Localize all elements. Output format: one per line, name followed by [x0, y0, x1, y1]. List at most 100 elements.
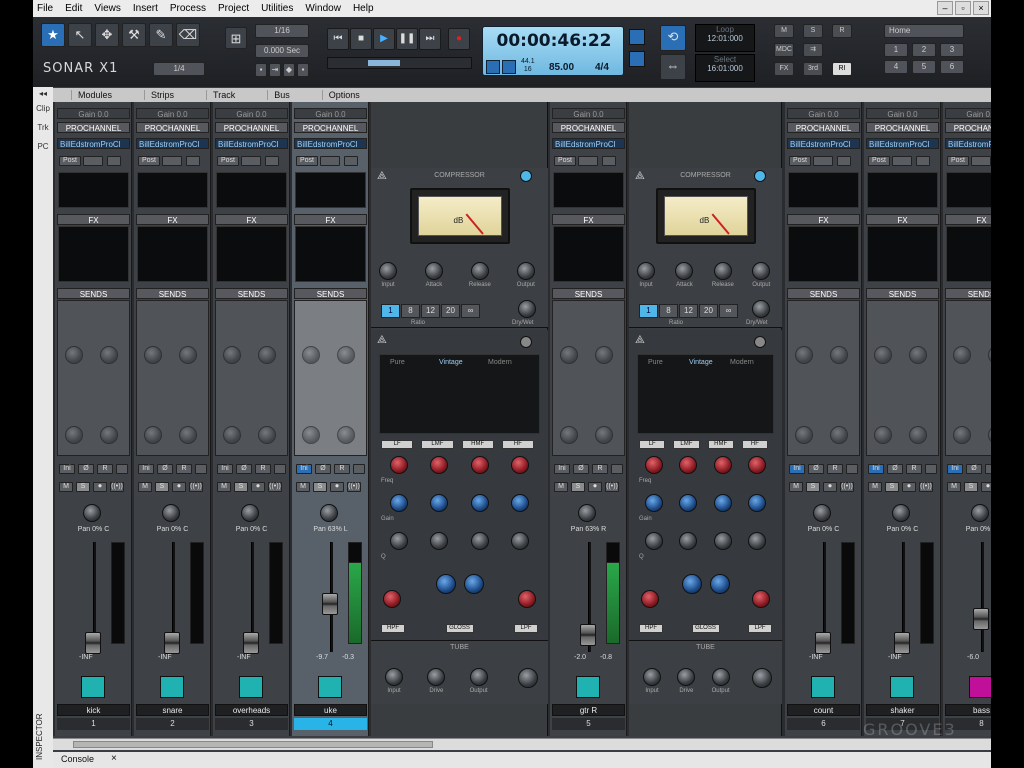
lpf-knob[interactable]	[518, 590, 536, 608]
power-icon[interactable]	[265, 156, 279, 166]
gain-label[interactable]: Gain 0.0	[136, 108, 209, 119]
tube-knob-2[interactable]	[711, 668, 730, 686]
tempo-readout[interactable]: 85.00	[549, 62, 574, 73]
eq-band-0[interactable]: LF	[381, 440, 414, 449]
volume-fader[interactable]	[815, 632, 831, 654]
select-tool-icon[interactable]: ↖	[68, 23, 92, 47]
strip-btn-0[interactable]: Ini	[138, 464, 154, 474]
chevron-icon[interactable]	[195, 464, 207, 474]
gain-label[interactable]: Gain 0.0	[215, 108, 288, 119]
draw-tool-icon[interactable]: ✎	[149, 23, 173, 47]
track-menu[interactable]: Track	[206, 90, 249, 100]
send-level-knob-1[interactable]	[223, 346, 241, 364]
sends-header[interactable]: SENDS	[552, 288, 625, 299]
send-level-knob-1[interactable]	[302, 346, 320, 364]
strip-mode-3[interactable]: ((•))	[268, 482, 282, 492]
volume-fader[interactable]	[243, 632, 259, 654]
volume-fader[interactable]	[894, 632, 910, 654]
lpf-button[interactable]: LPF	[748, 624, 772, 633]
tube-knob-0[interactable]	[643, 668, 661, 686]
link-icon[interactable]	[320, 156, 340, 166]
fx-button[interactable]: FX	[774, 62, 794, 76]
send-pan-knob-1[interactable]	[909, 346, 927, 364]
comp-knob-1[interactable]	[424, 262, 443, 280]
fx-header[interactable]: FX	[136, 214, 209, 225]
gain-label[interactable]: Gain 0.0	[866, 108, 939, 119]
third-party-button[interactable]: 3rd	[803, 62, 823, 76]
lmf-extra-knob[interactable]	[435, 574, 456, 594]
power-icon[interactable]	[186, 156, 200, 166]
send-pan-knob-2[interactable]	[258, 426, 276, 444]
fx-bin[interactable]	[946, 226, 991, 282]
post-button[interactable]: Post	[947, 156, 969, 166]
strip-btn-1[interactable]: Ø	[157, 464, 173, 474]
tube-knob-0[interactable]	[385, 668, 403, 686]
loop-icon[interactable]: ⟲	[660, 25, 686, 51]
strip-mode-1[interactable]: S	[885, 482, 899, 492]
sends-header[interactable]: SENDS	[945, 288, 991, 299]
strip-mode-3[interactable]: ((•))	[919, 482, 933, 492]
preset-name-field[interactable]: BillEdstromProCl	[215, 138, 288, 149]
eq-q-knob-0[interactable]	[645, 532, 664, 550]
track-name[interactable]: count	[787, 704, 860, 716]
prochannel-header[interactable]: PROCHANNEL	[787, 122, 860, 133]
select-toggle-icon[interactable]	[629, 51, 645, 67]
sends-header[interactable]: SENDS	[136, 288, 209, 299]
track-name[interactable]: uke	[294, 704, 367, 716]
strip-mode-0[interactable]: M	[554, 482, 568, 492]
peak-readout[interactable]: -0.8	[600, 654, 612, 661]
rewind-icon[interactable]: ⏮	[327, 28, 349, 50]
eq-freq-knob-2[interactable]	[713, 456, 732, 474]
send-pan-knob-2[interactable]	[179, 426, 197, 444]
comp-knob-0[interactable]	[637, 262, 655, 280]
strip-mode-2[interactable]: ⏺	[981, 482, 991, 492]
prochannel-header[interactable]: PROCHANNEL	[866, 122, 939, 133]
send-pan-knob-2[interactable]	[909, 426, 927, 444]
screenset-4[interactable]: 4	[884, 60, 908, 74]
play-icon[interactable]: ▶	[373, 28, 395, 50]
link-icon[interactable]	[83, 156, 103, 166]
lmf-extra-knob[interactable]	[681, 574, 702, 594]
horizontal-scrollbar-thumb[interactable]	[73, 741, 433, 748]
screenset-dropdown[interactable]: Home	[884, 24, 964, 38]
smart-tool-icon[interactable]: ★	[41, 23, 65, 47]
strip-mode-2[interactable]: ⏺	[93, 482, 107, 492]
send-level-knob-2[interactable]	[874, 426, 892, 444]
eq-q-knob-2[interactable]	[713, 532, 732, 550]
eq-mode-0[interactable]: Pure	[648, 359, 663, 366]
send-level-knob-2[interactable]	[65, 426, 83, 444]
fx-header[interactable]: FX	[866, 214, 939, 225]
time-readout[interactable]: 00:00:46:22	[483, 31, 625, 51]
strip-btn-1[interactable]: Ø	[887, 464, 903, 474]
pan-knob[interactable]	[971, 504, 989, 522]
eq-mode-1[interactable]: Vintage	[689, 359, 713, 366]
send-level-knob-1[interactable]	[560, 346, 578, 364]
tube-power-knob[interactable]	[518, 668, 538, 688]
prochannel-header[interactable]: PROCHANNEL	[294, 122, 367, 133]
screenset-2[interactable]: 2	[912, 43, 936, 57]
strip-mode-0[interactable]: M	[138, 482, 152, 492]
strip-mode-0[interactable]: M	[947, 482, 961, 492]
eq-band-3[interactable]: HF	[741, 440, 768, 449]
move-tool-icon[interactable]: ✥	[95, 23, 119, 47]
send-pan-knob-2[interactable]	[100, 426, 118, 444]
snap-mode-4[interactable]: ▪	[297, 63, 309, 77]
strip-mode-3[interactable]: ((•))	[347, 482, 361, 492]
preset-name-field[interactable]: BillEdstromProCl	[945, 138, 991, 149]
fx-bin[interactable]	[58, 226, 129, 282]
link-icon[interactable]	[892, 156, 912, 166]
strip-btn-2[interactable]: R	[334, 464, 350, 474]
strip-btn-2[interactable]: R	[592, 464, 608, 474]
post-button[interactable]: Post	[217, 156, 239, 166]
volume-fader[interactable]	[322, 593, 338, 616]
volume-readout[interactable]: -INF	[79, 654, 93, 661]
sends-header[interactable]: SENDS	[57, 288, 130, 299]
hmf-extra-knob[interactable]	[463, 574, 484, 594]
sends-header[interactable]: SENDS	[294, 288, 367, 299]
strip-mode-2[interactable]: ⏺	[172, 482, 186, 492]
send-level-knob-2[interactable]	[223, 426, 241, 444]
power-icon[interactable]	[837, 156, 851, 166]
volume-readout[interactable]: -9.7	[316, 654, 328, 661]
strip-btn-1[interactable]: Ø	[573, 464, 589, 474]
track-name[interactable]: snare	[136, 704, 209, 716]
